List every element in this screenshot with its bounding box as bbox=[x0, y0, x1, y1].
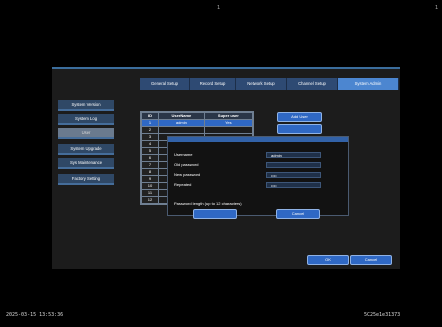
table-cell-id: 7 bbox=[141, 161, 159, 169]
sidebar-item-system-version[interactable]: System Version bbox=[58, 100, 114, 111]
username-label: Username bbox=[174, 152, 193, 157]
screen: 1 1 General Setup Record Setup Network S… bbox=[0, 0, 442, 327]
new-password-field[interactable]: •••• bbox=[266, 172, 321, 178]
table-cell-id: 3 bbox=[141, 133, 159, 141]
modify-password-dialog: Username admin Old password New password… bbox=[167, 136, 349, 219]
table-header-username: UserName bbox=[158, 112, 205, 120]
tab-general-setup[interactable]: General Setup bbox=[140, 78, 190, 90]
system-admin-dialog: General Setup Record Setup Network Setup… bbox=[52, 67, 400, 269]
username-field[interactable]: admin bbox=[266, 152, 321, 158]
table-cell-id: 11 bbox=[141, 189, 159, 197]
table-header-id: ID bbox=[141, 112, 159, 120]
table-header-super-user: Super user bbox=[203, 112, 254, 120]
table-cell-id: 6 bbox=[141, 154, 159, 162]
modify-password-button[interactable] bbox=[277, 124, 322, 134]
table-cell-id: 5 bbox=[141, 147, 159, 155]
sidebar-item-system-upgrade[interactable]: System Upgrade bbox=[58, 144, 114, 155]
table-row[interactable]: 1 admin Yes bbox=[141, 119, 254, 127]
tab-record-setup[interactable]: Record Setup bbox=[190, 78, 236, 90]
table-cell-id: 4 bbox=[141, 140, 159, 148]
tab-bar: General Setup Record Setup Network Setup… bbox=[140, 78, 399, 90]
confirm-button[interactable] bbox=[193, 209, 237, 219]
table-cell-id: 2 bbox=[141, 126, 159, 134]
cancel-main-button[interactable]: Cancel bbox=[350, 255, 392, 265]
table-cell-super-user: Yes bbox=[203, 119, 254, 127]
dialog-title-bar bbox=[168, 137, 348, 142]
table-cell-super-user bbox=[203, 126, 254, 134]
repeated-password-label: Repeated bbox=[174, 182, 192, 187]
datetime-display: 2025-03-15 13:53:36 bbox=[6, 312, 64, 318]
top-mark: 1 bbox=[435, 5, 439, 11]
sidebar-item-factory-setting[interactable]: Factory Setting bbox=[58, 174, 114, 185]
sidebar-item-user[interactable]: User bbox=[58, 128, 114, 139]
table-cell-id: 8 bbox=[141, 168, 159, 176]
table-cell-id: 1 bbox=[141, 119, 159, 127]
tab-system-admin[interactable]: System Admin bbox=[338, 78, 399, 90]
table-cell-id: 10 bbox=[141, 182, 159, 190]
cancel-button[interactable]: Cancel bbox=[276, 209, 320, 219]
add-user-button[interactable]: Add User bbox=[277, 112, 322, 122]
table-cell-id: 9 bbox=[141, 175, 159, 183]
repeated-password-field[interactable]: •••• bbox=[266, 182, 321, 188]
new-password-label: New password bbox=[174, 172, 201, 177]
password-hint: Password length (up to 12 characters) bbox=[174, 201, 242, 206]
table-cell-username bbox=[158, 126, 205, 134]
table-cell-username: admin bbox=[158, 119, 205, 127]
sidebar-item-sys-maintenance[interactable]: Sys Maintenance bbox=[58, 158, 114, 169]
device-id: 5C25e1e31373 bbox=[364, 312, 401, 318]
top-mark: 1 bbox=[217, 5, 221, 11]
sidebar-item-system-log[interactable]: System Log bbox=[58, 114, 114, 125]
tab-network-setup[interactable]: Network Setup bbox=[236, 78, 287, 90]
old-password-field[interactable] bbox=[266, 162, 321, 168]
tab-channel-setup[interactable]: Channel Setup bbox=[287, 78, 338, 90]
table-cell-id: 12 bbox=[141, 196, 159, 204]
old-password-label: Old password bbox=[174, 162, 199, 167]
ok-button[interactable]: OK bbox=[307, 255, 349, 265]
table-row[interactable]: 2 bbox=[141, 126, 254, 134]
